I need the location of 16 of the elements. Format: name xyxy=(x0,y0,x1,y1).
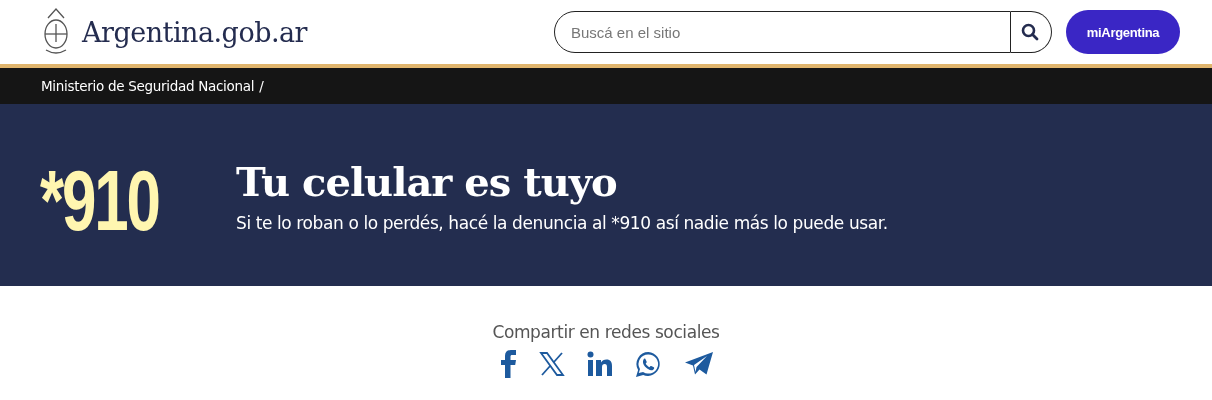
telegram-icon[interactable] xyxy=(683,351,714,377)
emergency-number: *910 xyxy=(40,150,160,250)
search-button[interactable] xyxy=(1011,11,1052,53)
account-button[interactable]: miArgentina xyxy=(1066,10,1180,54)
banner-subtitle: Si te lo roban o lo perdés, hacé la denuncia al *910 así nadie más lo puede usar. xyxy=(236,212,888,233)
share-label: Compartir en redes sociales xyxy=(492,322,720,342)
logo-text[interactable]: Argentina.gob.ar xyxy=(82,16,308,48)
whatsapp-icon[interactable] xyxy=(634,350,662,378)
search-icon xyxy=(1020,23,1039,41)
breadcrumb-link[interactable]: Ministerio de Seguridad Nacional xyxy=(41,78,255,94)
breadcrumb-separator: / xyxy=(259,78,264,94)
linkedin-icon[interactable] xyxy=(586,351,613,377)
facebook-icon[interactable] xyxy=(498,350,517,378)
search-field[interactable]: Buscá en el sitio xyxy=(554,11,1011,53)
banner-title: Tu celular es tuyo xyxy=(236,157,618,205)
x-icon[interactable] xyxy=(538,351,565,377)
